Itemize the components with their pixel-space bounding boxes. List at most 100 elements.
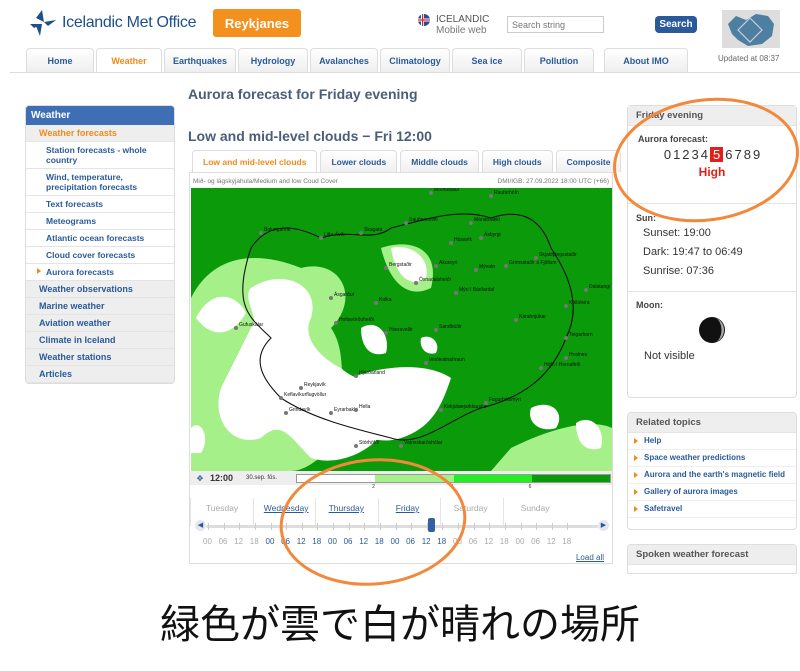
nav-tab-avalanches[interactable]: Avalanches [310,48,378,72]
nav-tab-pollution[interactable]: Pollution [524,48,594,72]
nav-tab-weather[interactable]: Weather [96,48,162,72]
station-dot[interactable] [584,288,588,292]
sidebar-item[interactable]: Station forecasts - whole country [26,142,174,169]
station-dot[interactable] [354,444,358,448]
station-dot[interactable] [329,411,333,415]
station-dot[interactable] [359,231,363,235]
station-dot[interactable] [354,408,358,412]
hour-tick[interactable]: 06 [219,537,228,546]
hour-tick[interactable]: 18 [437,537,446,546]
nav-tab-earthquakes[interactable]: Earthquakes [164,48,236,72]
station-dot[interactable] [399,444,403,448]
sidebar-item[interactable]: Weather observations [26,281,174,298]
station-dot[interactable] [284,411,288,415]
nav-tab-hydrology[interactable]: Hydrology [238,48,308,72]
station-dot[interactable] [469,221,473,225]
spoken-title[interactable]: Spoken weather forecast [628,545,796,565]
hour-tick[interactable]: 12 [547,537,556,546]
sidebar-item[interactable]: Weather stations [26,349,174,366]
hour-tick[interactable]: 18 [375,537,384,546]
station-dot[interactable] [484,401,488,405]
station-dot[interactable] [564,356,568,360]
hour-tick[interactable]: 18 [250,537,259,546]
hour-tick[interactable]: 12 [359,537,368,546]
move-icon[interactable]: ✥ [190,474,210,483]
sidebar-item[interactable]: Wind, temperature, precipitation forecas… [26,169,174,196]
language-switch[interactable]: ICELANDIC Mobile web [418,14,489,36]
related-link[interactable]: Space weather predictions [628,450,796,467]
scroll-right-button[interactable]: ▶ [598,520,609,531]
station-dot[interactable] [514,318,518,322]
station-dot[interactable] [374,301,378,305]
station-dot[interactable] [329,296,333,300]
timeline-handle[interactable] [428,518,435,532]
hour-tick[interactable]: 00 [391,537,400,546]
station-dot[interactable] [479,236,483,240]
iceland-map-thumbnail[interactable] [722,10,780,48]
search-button[interactable]: Search [655,16,697,33]
station-dot[interactable] [489,194,493,198]
station-dot[interactable] [449,241,453,245]
related-link[interactable]: Gallery of aurora images [628,484,796,501]
sidebar-item[interactable]: Aviation weather [26,315,174,332]
region-button[interactable]: Reykjanes [213,9,301,37]
language-link[interactable]: ICELANDIC [436,14,489,25]
nav-tab-about-imo[interactable]: About IMO [604,48,688,72]
station-dot[interactable] [474,268,478,272]
station-dot[interactable] [539,366,543,370]
hour-tick[interactable]: 18 [562,537,571,546]
day-thursday[interactable]: Thursday [329,503,364,513]
station-dot[interactable] [279,396,283,400]
hour-tick[interactable]: 12 [484,537,493,546]
station-dot[interactable] [234,326,238,330]
tab-composite[interactable]: Composite [555,150,622,172]
related-link[interactable]: Aurora and the earth's magnetic field [628,467,796,484]
tab-high-clouds[interactable]: High clouds [481,150,553,172]
sidebar-item[interactable]: Marine weather [26,298,174,315]
station-dot[interactable] [434,328,438,332]
station-dot[interactable] [454,291,458,295]
hour-tick[interactable]: 06 [469,537,478,546]
station-dot[interactable] [534,256,538,260]
hour-tick[interactable]: 00 [453,537,462,546]
nav-tab-home[interactable]: Home [26,48,94,72]
tab-middle-clouds[interactable]: Middle clouds [400,150,479,172]
station-dot[interactable] [429,191,433,195]
sidebar-item[interactable]: Text forecasts [26,196,174,213]
hour-tick[interactable]: 00 [328,537,337,546]
nav-tab-sea-ice[interactable]: Sea ice [452,48,522,72]
hour-tick[interactable]: 12 [234,537,243,546]
sidebar-item[interactable]: Cloud cover forecasts [26,247,174,264]
sidebar-item[interactable]: Articles [26,366,174,383]
hour-tick[interactable]: 18 [312,537,321,546]
station-dot[interactable] [564,304,568,308]
station-dot[interactable] [334,321,338,325]
sidebar-item[interactable]: Aurora forecasts [26,264,174,281]
station-dot[interactable] [319,236,323,240]
hour-tick[interactable]: 12 [422,537,431,546]
station-dot[interactable] [434,264,438,268]
station-dot[interactable] [564,336,568,340]
station-dot[interactable] [414,281,418,285]
sidebar-item[interactable]: Climate in Iceland [26,332,174,349]
hour-tick[interactable]: 00 [516,537,525,546]
day-friday[interactable]: Friday [396,503,420,513]
tab-lower-clouds[interactable]: Lower clouds [320,150,398,172]
station-dot[interactable] [259,231,263,235]
hour-tick[interactable]: 12 [297,537,306,546]
sidebar-item[interactable]: Meteograms [26,213,174,230]
hour-tick[interactable]: 00 [266,537,275,546]
imo-logo[interactable]: Icelandic Met Office [30,10,197,36]
sidebar-item[interactable]: Atlantic ocean forecasts [26,230,174,247]
hour-tick[interactable]: 06 [406,537,415,546]
hour-tick[interactable]: 06 [344,537,353,546]
load-all-link[interactable]: Load all [576,553,604,562]
hour-tick[interactable]: 18 [500,537,509,546]
sidebar-item[interactable]: Weather forecasts [26,125,174,142]
day-wednesday[interactable]: Wednesday [264,503,309,513]
related-link[interactable]: Help [628,433,796,450]
station-dot[interactable] [384,331,388,335]
station-dot[interactable] [424,361,428,365]
hour-tick[interactable]: 06 [531,537,540,546]
scroll-left-button[interactable]: ◀ [195,520,206,531]
